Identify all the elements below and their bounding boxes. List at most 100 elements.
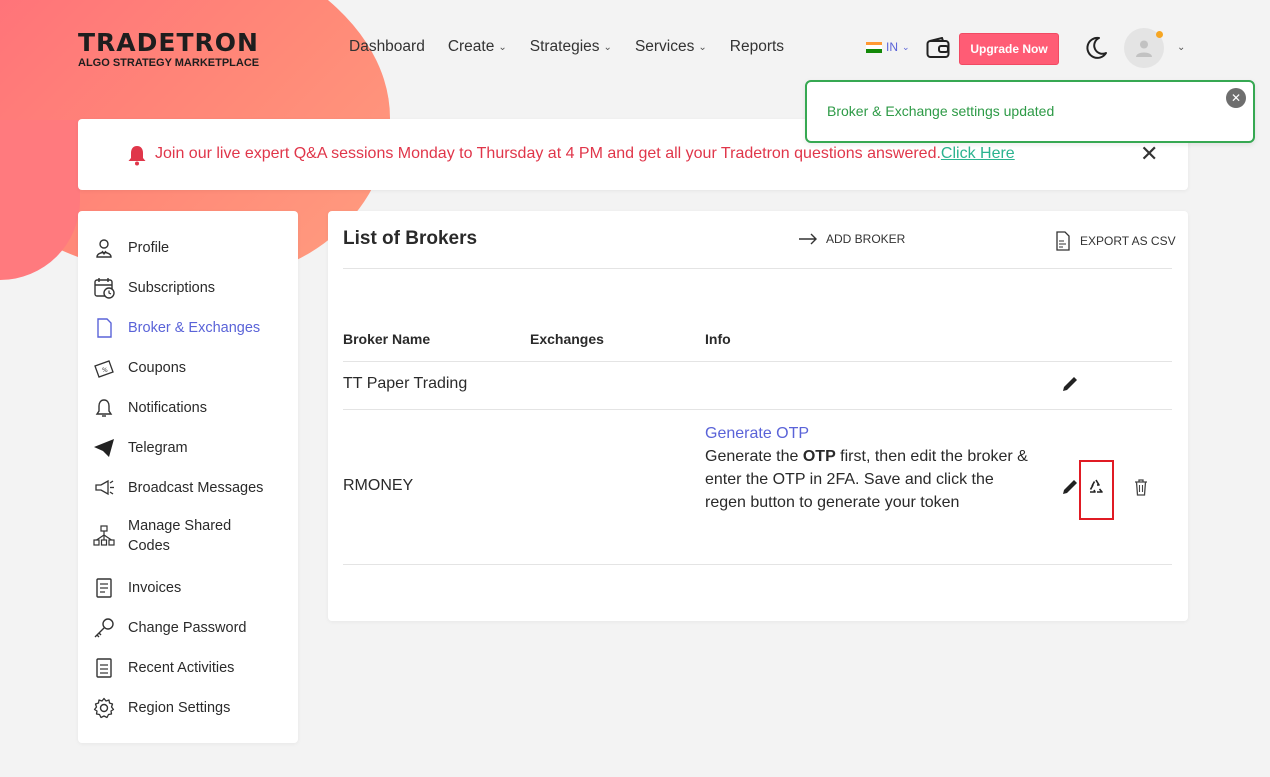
edit-pencil-icon[interactable]: [1059, 373, 1081, 395]
success-toast: Broker & Exchange settings updated ✕: [805, 80, 1255, 143]
sidebar-item-recent-activities[interactable]: Recent Activities: [92, 656, 234, 680]
bell-icon: [128, 146, 146, 166]
telegram-icon: [92, 436, 116, 460]
close-icon[interactable]: ✕: [1226, 88, 1246, 108]
upgrade-now-button[interactable]: Upgrade Now: [959, 33, 1059, 65]
dark-mode-moon-icon[interactable]: [1084, 36, 1108, 60]
broker-name-cell: TT Paper Trading: [343, 375, 468, 392]
trash-icon[interactable]: [1130, 476, 1152, 498]
export-csv-button[interactable]: EXPORT AS CSV: [1054, 231, 1176, 251]
key-icon: [92, 616, 116, 640]
brand-tagline: ALGO STRATEGY MARKETPLACE: [78, 57, 260, 69]
calendar-clock-icon: [92, 276, 116, 300]
nav-dashboard[interactable]: Dashboard: [349, 38, 425, 56]
divider: [343, 268, 1172, 269]
sidebar-item-change-password[interactable]: Change Password: [92, 616, 247, 640]
sidebar-item-label: Broadcast Messages: [128, 480, 264, 496]
info-text-pre: Generate the: [705, 448, 803, 465]
sidebar-item-telegram[interactable]: Telegram: [92, 436, 188, 460]
column-header-info: Info: [705, 331, 731, 347]
page-title: List of Brokers: [343, 228, 478, 249]
banner-message: Join our live expert Q&A sessions Monday…: [155, 145, 1015, 163]
wallet-icon[interactable]: [926, 37, 950, 59]
sidebar-item-label: Change Password: [128, 620, 247, 636]
activity-list-icon: [92, 656, 116, 680]
megaphone-icon: [92, 476, 116, 500]
bell-icon: [92, 396, 116, 420]
settings-sidebar: Profile Subscriptions Broker & Exchanges…: [78, 211, 298, 743]
nav-services-label: Services: [634, 38, 695, 55]
network-icon: [92, 524, 116, 548]
notification-dot: [1156, 31, 1163, 38]
close-icon[interactable]: ✕: [1140, 144, 1158, 166]
sidebar-item-label: Coupons: [128, 360, 187, 376]
document-export-icon: [1056, 231, 1070, 251]
india-flag-icon: [866, 41, 882, 53]
nav-strategies-label: Strategies: [529, 38, 600, 55]
svg-text:%: %: [102, 367, 108, 374]
sidebar-item-label: Notifications: [128, 400, 207, 416]
coupon-icon: %: [92, 356, 116, 380]
sidebar-item-label-line1: Manage Shared: [128, 518, 232, 534]
arrow-right-icon: [799, 233, 817, 245]
sidebar-item-label: Broker & Exchanges: [128, 320, 261, 336]
sidebar-item-coupons[interactable]: % Coupons: [92, 356, 186, 380]
region-selector[interactable]: IN ⌄: [866, 40, 910, 54]
banner-message-text: Join our live expert Q&A sessions Monday…: [155, 145, 941, 162]
sidebar-item-label: Invoices: [128, 580, 182, 596]
toast-message: Broker & Exchange settings updated: [827, 103, 1055, 119]
sidebar-item-label: Profile: [128, 240, 170, 256]
chevron-down-icon: ⌄: [603, 41, 612, 53]
region-code: IN: [886, 40, 898, 54]
invoice-icon: [92, 576, 116, 600]
brand-name: TRADETRON: [78, 28, 259, 57]
chevron-down-icon: ⌄: [498, 41, 507, 53]
column-header-exchanges: Exchanges: [530, 331, 604, 347]
sidebar-item-notifications[interactable]: Notifications: [92, 396, 207, 420]
brokers-panel: List of Brokers ADD BROKER EXPORT AS CSV…: [328, 211, 1188, 621]
sidebar-item-label-line2: Codes: [128, 538, 170, 554]
chevron-down-icon[interactable]: ⌄: [1177, 42, 1185, 53]
divider: [343, 409, 1172, 410]
generate-otp-link[interactable]: Generate OTP: [705, 422, 1035, 445]
regen-highlight-box: [1079, 460, 1114, 520]
add-broker-button[interactable]: ADD BROKER: [798, 232, 905, 246]
banner-click-here-link[interactable]: Click Here: [941, 145, 1015, 162]
nav-strategies[interactable]: Strategies ⌄: [530, 38, 612, 56]
nav-services[interactable]: Services ⌄: [635, 38, 707, 56]
document-icon: [92, 316, 116, 340]
nav-reports[interactable]: Reports: [730, 38, 784, 56]
chevron-down-icon: ⌄: [902, 41, 910, 52]
decorative-blob-tail: [0, 120, 80, 280]
sidebar-item-label: Recent Activities: [128, 660, 235, 676]
user-icon: [92, 236, 116, 260]
sidebar-item-label: Manage Shared Codes: [128, 516, 231, 556]
main-nav: Dashboard Create ⌄ Strategies ⌄ Services ⌄ …: [349, 38, 807, 56]
broker-name-cell: RMONEY: [343, 477, 414, 494]
column-header-broker-name: Broker Name: [343, 331, 431, 347]
nav-create[interactable]: Create ⌄: [448, 38, 507, 56]
sidebar-item-region-settings[interactable]: Region Settings: [92, 696, 230, 720]
info-instructions: Generate the OTP first, then edit the br…: [705, 445, 1035, 514]
sidebar-item-label: Telegram: [128, 440, 188, 456]
nav-reports-label: Reports: [729, 38, 785, 55]
add-broker-label: ADD BROKER: [826, 232, 906, 246]
nav-dashboard-label: Dashboard: [349, 38, 425, 55]
divider: [343, 564, 1172, 565]
sidebar-item-manage-shared-codes[interactable]: Manage Shared Codes: [92, 516, 231, 556]
divider: [343, 361, 1172, 362]
sidebar-item-profile[interactable]: Profile: [92, 236, 169, 260]
brand-logo[interactable]: TRADETRON ALGO STRATEGY MARKETPLACE: [78, 30, 259, 69]
edit-pencil-icon[interactable]: [1059, 476, 1081, 498]
sidebar-item-broadcast-messages[interactable]: Broadcast Messages: [92, 476, 263, 500]
info-cell: Generate OTP Generate the OTP first, the…: [705, 422, 1035, 514]
nav-create-label: Create: [447, 38, 495, 55]
chevron-down-icon: ⌄: [698, 41, 707, 53]
sidebar-item-label: Region Settings: [128, 700, 231, 716]
export-csv-label: EXPORT AS CSV: [1080, 234, 1176, 248]
info-text-bold: OTP: [802, 448, 836, 465]
sidebar-item-broker-exchanges[interactable]: Broker & Exchanges: [92, 316, 260, 340]
sidebar-item-invoices[interactable]: Invoices: [92, 576, 181, 600]
sidebar-item-subscriptions[interactable]: Subscriptions: [92, 276, 215, 300]
user-avatar[interactable]: [1124, 28, 1164, 68]
